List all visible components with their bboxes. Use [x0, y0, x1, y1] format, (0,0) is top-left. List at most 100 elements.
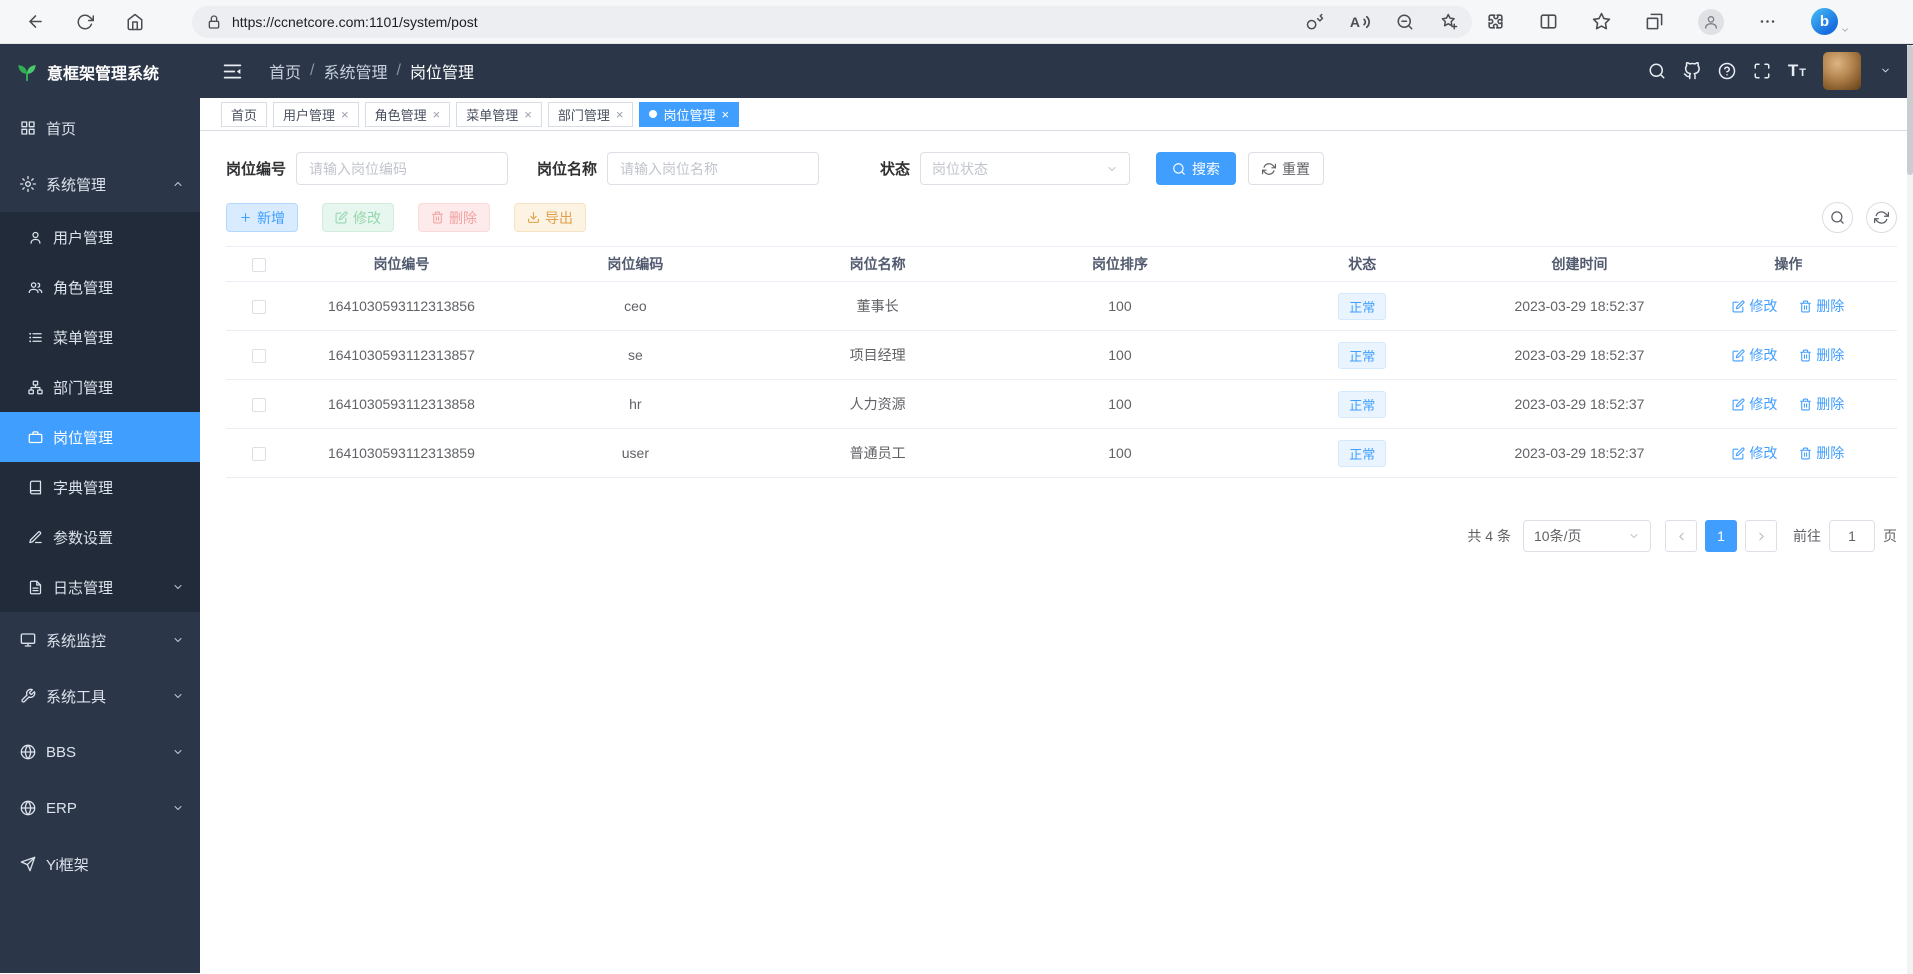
tab-department-management[interactable]: 部门管理 × [548, 102, 634, 127]
post-name-cell: 董事长 [761, 282, 995, 331]
breadcrumb-system-management[interactable]: 系统管理 [323, 59, 387, 83]
row-delete-link[interactable]: 删除 [1799, 345, 1844, 365]
status-select[interactable]: 岗位状态 [920, 152, 1130, 185]
avatar-chevron-down-icon[interactable] [1880, 62, 1891, 80]
github-icon[interactable] [1683, 62, 1701, 80]
add-button[interactable]: 新增 [226, 203, 298, 232]
row-delete-link[interactable]: 删除 [1799, 394, 1844, 414]
tab-user-management[interactable]: 用户管理 × [273, 102, 359, 127]
read-aloud-icon[interactable]: A [1350, 14, 1370, 30]
search-button[interactable]: 搜索 [1156, 152, 1236, 185]
close-icon[interactable]: × [341, 108, 349, 121]
row-checkbox[interactable] [252, 447, 266, 461]
browser-back-button[interactable] [18, 6, 52, 38]
goto-page: 前往 页 [1793, 520, 1897, 552]
sidebar-item-post-management[interactable]: 岗位管理 [0, 412, 200, 462]
goto-page-input[interactable] [1829, 520, 1875, 552]
search-icon[interactable] [1648, 62, 1666, 80]
row-edit-link[interactable]: 修改 [1732, 296, 1777, 316]
post-name-input[interactable] [607, 152, 819, 185]
sidebar-menu: 首页 系统管理 用户管理 角色管理 [0, 100, 200, 892]
row-delete-link[interactable]: 删除 [1799, 296, 1844, 316]
close-icon[interactable]: × [721, 108, 729, 121]
row-delete-link[interactable]: 删除 [1799, 443, 1844, 463]
sidebar-item-system-tools[interactable]: 系统工具 [0, 668, 200, 724]
page-number-1[interactable]: 1 [1705, 520, 1737, 552]
extensions-icon[interactable] [1486, 12, 1505, 31]
export-button[interactable]: 导出 [514, 203, 586, 232]
create-time-cell: 2023-03-29 18:52:37 [1479, 429, 1680, 478]
browser-toolbar: https://ccnetcore.com:1101/system/post A… [0, 0, 1913, 44]
site-security-icon[interactable] [206, 14, 222, 30]
row-checkbox[interactable] [252, 349, 266, 363]
filter-form: 岗位编号 岗位名称 状态 岗位状态 搜索 重置 [226, 152, 1897, 185]
scrollbar-thumb[interactable] [1907, 45, 1913, 175]
edit-button[interactable]: 修改 [322, 203, 394, 232]
browser-profile-icon[interactable] [1698, 9, 1724, 35]
show-search-toggle-button[interactable] [1822, 202, 1853, 233]
collections-icon[interactable] [1645, 12, 1664, 31]
breadcrumb-home[interactable]: 首页 [269, 59, 301, 83]
help-icon[interactable] [1718, 62, 1736, 80]
tab-role-management[interactable]: 角色管理 × [365, 102, 451, 127]
bing-discover-button[interactable]: b [1811, 8, 1850, 35]
zoom-out-icon[interactable] [1396, 13, 1414, 31]
tab-home[interactable]: 首页 [221, 102, 267, 127]
chevron-down-icon[interactable] [1840, 25, 1850, 35]
dashboard-icon [20, 120, 36, 136]
delete-button[interactable]: 删除 [418, 203, 490, 232]
sidebar-item-role-management[interactable]: 角色管理 [0, 262, 200, 312]
row-checkbox[interactable] [252, 300, 266, 314]
browser-refresh-button[interactable] [68, 6, 102, 38]
sidebar-item-erp[interactable]: ERP [0, 780, 200, 836]
app-logo[interactable]: 意框架管理系统 [0, 44, 200, 100]
prev-page-button[interactable] [1665, 520, 1697, 552]
address-bar[interactable]: https://ccnetcore.com:1101/system/post A [192, 6, 1472, 38]
close-icon[interactable]: × [433, 108, 441, 121]
user-avatar[interactable] [1823, 52, 1861, 90]
next-page-button[interactable] [1745, 520, 1777, 552]
sidebar-item-dictionary-management[interactable]: 字典管理 [0, 462, 200, 512]
close-icon[interactable]: × [524, 108, 532, 121]
split-screen-icon[interactable] [1539, 12, 1558, 31]
bing-icon[interactable]: b [1811, 8, 1838, 35]
browser-home-button[interactable] [118, 6, 152, 38]
sidebar-item-label: 菜单管理 [53, 327, 113, 348]
select-all-checkbox[interactable] [252, 258, 266, 272]
fullscreen-icon[interactable] [1753, 62, 1771, 80]
search-icon [1830, 210, 1845, 225]
row-edit-link[interactable]: 修改 [1732, 443, 1777, 463]
tab-label: 部门管理 [558, 105, 610, 124]
sidebar-item-parameter-settings[interactable]: 参数设置 [0, 512, 200, 562]
sidebar-item-menu-management[interactable]: 菜单管理 [0, 312, 200, 362]
refresh-table-button[interactable] [1866, 202, 1897, 233]
row-edit-link[interactable]: 修改 [1732, 394, 1777, 414]
sidebar-item-system-management[interactable]: 系统管理 [0, 156, 200, 212]
reset-button[interactable]: 重置 [1248, 152, 1324, 185]
header-post-name: 岗位名称 [761, 247, 995, 282]
sidebar-fold-button[interactable] [222, 61, 243, 82]
sidebar-item-home[interactable]: 首页 [0, 100, 200, 156]
key-icon[interactable] [1306, 13, 1324, 31]
sidebar-item-yi-framework[interactable]: Yi框架 [0, 836, 200, 892]
settings-more-icon[interactable] [1758, 12, 1777, 31]
scrollbar[interactable] [1907, 45, 1913, 974]
sidebar-item-department-management[interactable]: 部门管理 [0, 362, 200, 412]
favorites-bar-icon[interactable] [1592, 12, 1611, 31]
chevron-down-icon [172, 802, 184, 814]
close-icon[interactable]: × [616, 108, 624, 121]
font-size-icon[interactable]: T T [1788, 61, 1806, 81]
url-text[interactable]: https://ccnetcore.com:1101/system/post [232, 14, 478, 30]
row-edit-link[interactable]: 修改 [1732, 345, 1777, 365]
sidebar-item-log-management[interactable]: 日志管理 [0, 562, 200, 612]
row-checkbox[interactable] [252, 398, 266, 412]
sidebar-item-bbs[interactable]: BBS [0, 724, 200, 780]
sidebar-item-user-management[interactable]: 用户管理 [0, 212, 200, 262]
table-row: 1641030593112313859 user 普通员工 100 正常 202… [226, 429, 1897, 478]
page-size-select[interactable]: 10条/页 [1523, 520, 1651, 552]
tab-menu-management[interactable]: 菜单管理 × [456, 102, 542, 127]
post-code-input[interactable] [296, 152, 508, 185]
favorites-add-icon[interactable] [1440, 13, 1458, 31]
sidebar-item-system-monitoring[interactable]: 系统监控 [0, 612, 200, 668]
tab-post-management[interactable]: 岗位管理 × [639, 102, 739, 127]
